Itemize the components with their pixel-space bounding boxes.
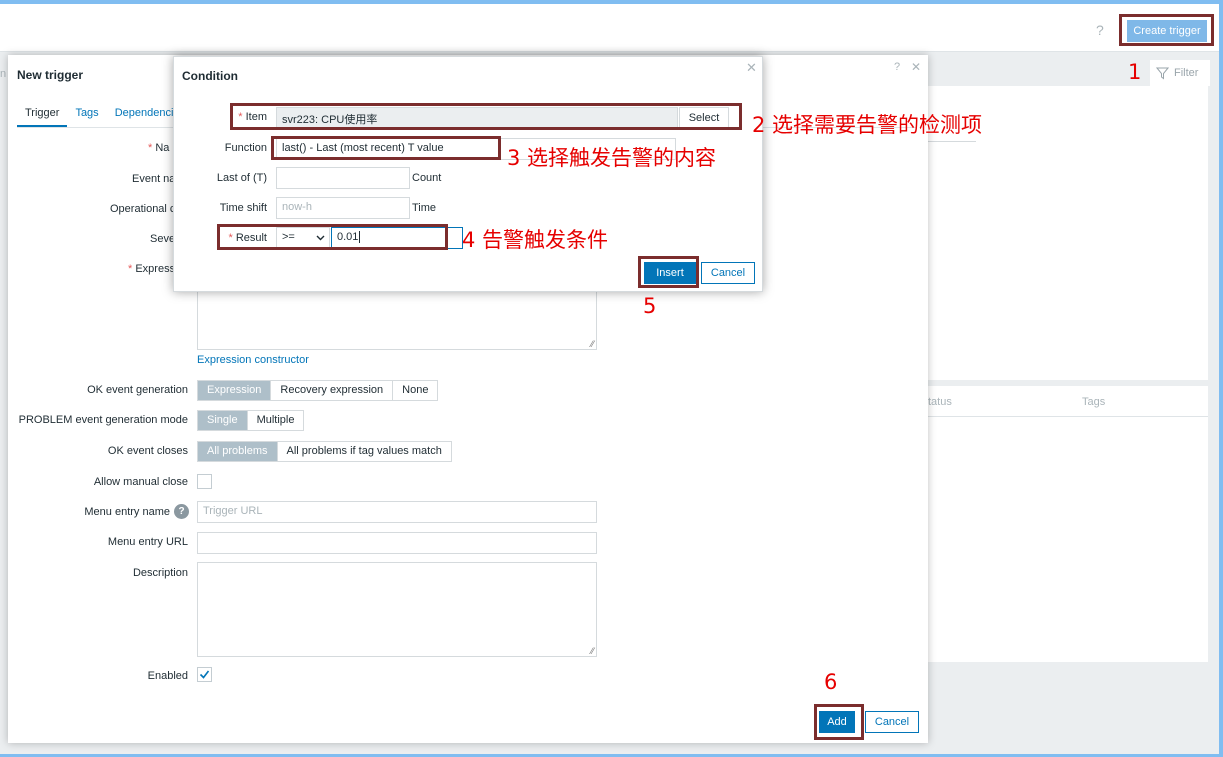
event-name-label: Event na <box>132 173 176 185</box>
trigger-help-icon[interactable]: ? <box>894 61 900 73</box>
tab-trigger[interactable]: Trigger <box>17 107 68 127</box>
trigger-modal-title: New trigger <box>17 68 84 82</box>
resize-handle-icon[interactable]: ⁄⁄ <box>591 339 594 349</box>
filter-icon <box>1156 67 1169 79</box>
column-status-header[interactable]: tatus <box>928 396 952 408</box>
description-textarea[interactable]: ⁄⁄ <box>197 562 597 657</box>
ok-event-none-option[interactable]: None <box>393 381 437 400</box>
annotation-step2: 2 选择需要告警的检测项 <box>752 113 983 137</box>
function-label: Function <box>224 142 267 154</box>
menu-entry-url-input[interactable] <box>197 532 597 554</box>
last-of-input[interactable] <box>276 167 410 189</box>
operational-data-label: Operational c <box>110 203 176 215</box>
highlight-box-step3 <box>271 136 501 160</box>
ok-event-expression-option[interactable]: Expression <box>198 381 272 400</box>
allow-manual-close-checkbox[interactable] <box>197 474 212 489</box>
filter-label: Filter <box>1174 67 1199 79</box>
condition-dialog-title: Condition <box>182 69 238 83</box>
trigger-tabs: Trigger Tags Dependencies <box>17 107 193 127</box>
annotation-step1: 1 <box>1128 60 1142 84</box>
count-label: Count <box>412 172 442 184</box>
problem-mode-label: PROBLEM event generation mode <box>18 414 188 426</box>
ok-event-generation-label: OK event generation <box>87 384 188 396</box>
ok-closes-all-problems-option[interactable]: All problems <box>198 442 278 461</box>
menu-entry-url-label: Menu entry URL <box>107 536 188 548</box>
ok-event-closes-label: OK event closes <box>107 445 188 457</box>
annotation-step3: 3 选择触发告警的内容 <box>507 146 717 170</box>
enabled-checkbox[interactable] <box>197 667 212 682</box>
page-header <box>0 4 1223 52</box>
ok-event-recovery-option[interactable]: Recovery expression <box>271 381 394 400</box>
expression-label: Express <box>128 263 175 275</box>
ok-closes-tag-match-option[interactable]: All problems if tag values match <box>278 442 451 461</box>
checkmark-icon <box>199 670 210 679</box>
right-accent-bar <box>1219 0 1223 757</box>
trigger-close-icon[interactable]: ✕ <box>911 60 921 74</box>
filter-tab[interactable]: Filter <box>1150 60 1210 86</box>
menu-entry-name-label: Menu entry name <box>84 506 170 518</box>
cancel-button[interactable]: Cancel <box>865 711 919 733</box>
problem-mode-single-option[interactable]: Single <box>198 411 248 430</box>
problem-mode-multiple-option[interactable]: Multiple <box>248 411 304 430</box>
annotation-step4: 4 告警触发条件 <box>462 228 609 252</box>
name-label: Na <box>148 142 169 154</box>
expression-textarea[interactable]: ⁄⁄ <box>197 287 597 350</box>
highlight-box-step1 <box>1119 14 1214 46</box>
condition-close-icon[interactable]: ✕ <box>746 60 757 76</box>
ok-event-generation-toggle: Expression Recovery expression None <box>197 380 439 401</box>
menu-entry-name-input[interactable]: Trigger URL <box>197 501 597 523</box>
enabled-label: Enabled <box>147 670 188 682</box>
description-label: Description <box>132 567 188 579</box>
help-question-icon[interactable]: ? <box>174 504 189 519</box>
tab-tags[interactable]: Tags <box>67 107 106 127</box>
highlight-box-step2 <box>230 103 742 130</box>
column-tags-header[interactable]: Tags <box>1082 396 1105 408</box>
problem-mode-toggle: Single Multiple <box>197 410 305 431</box>
expression-constructor-link[interactable]: Expression constructor <box>197 354 309 366</box>
annotation-step6: 6 <box>824 670 838 694</box>
highlight-box-step4 <box>217 224 448 250</box>
last-of-label: Last of (T) <box>216 172 267 184</box>
condition-cancel-button[interactable]: Cancel <box>701 262 755 284</box>
page-help-icon[interactable]: ? <box>1096 22 1104 38</box>
annotation-step5: 5 <box>643 294 657 318</box>
time-shift-label: Time shift <box>219 202 267 214</box>
resize-handle-icon[interactable]: ⁄⁄ <box>591 646 594 656</box>
ok-event-closes-toggle: All problems All problems if tag values … <box>197 441 452 462</box>
allow-manual-close-label: Allow manual close <box>93 476 188 488</box>
time-label: Time <box>412 202 437 214</box>
severity-label: Seve <box>150 233 176 245</box>
highlight-box-step6 <box>814 704 864 740</box>
time-shift-input[interactable]: now-h <box>276 197 410 219</box>
highlight-box-step5 <box>638 256 699 288</box>
left-text-fragment: n <box>0 68 7 80</box>
